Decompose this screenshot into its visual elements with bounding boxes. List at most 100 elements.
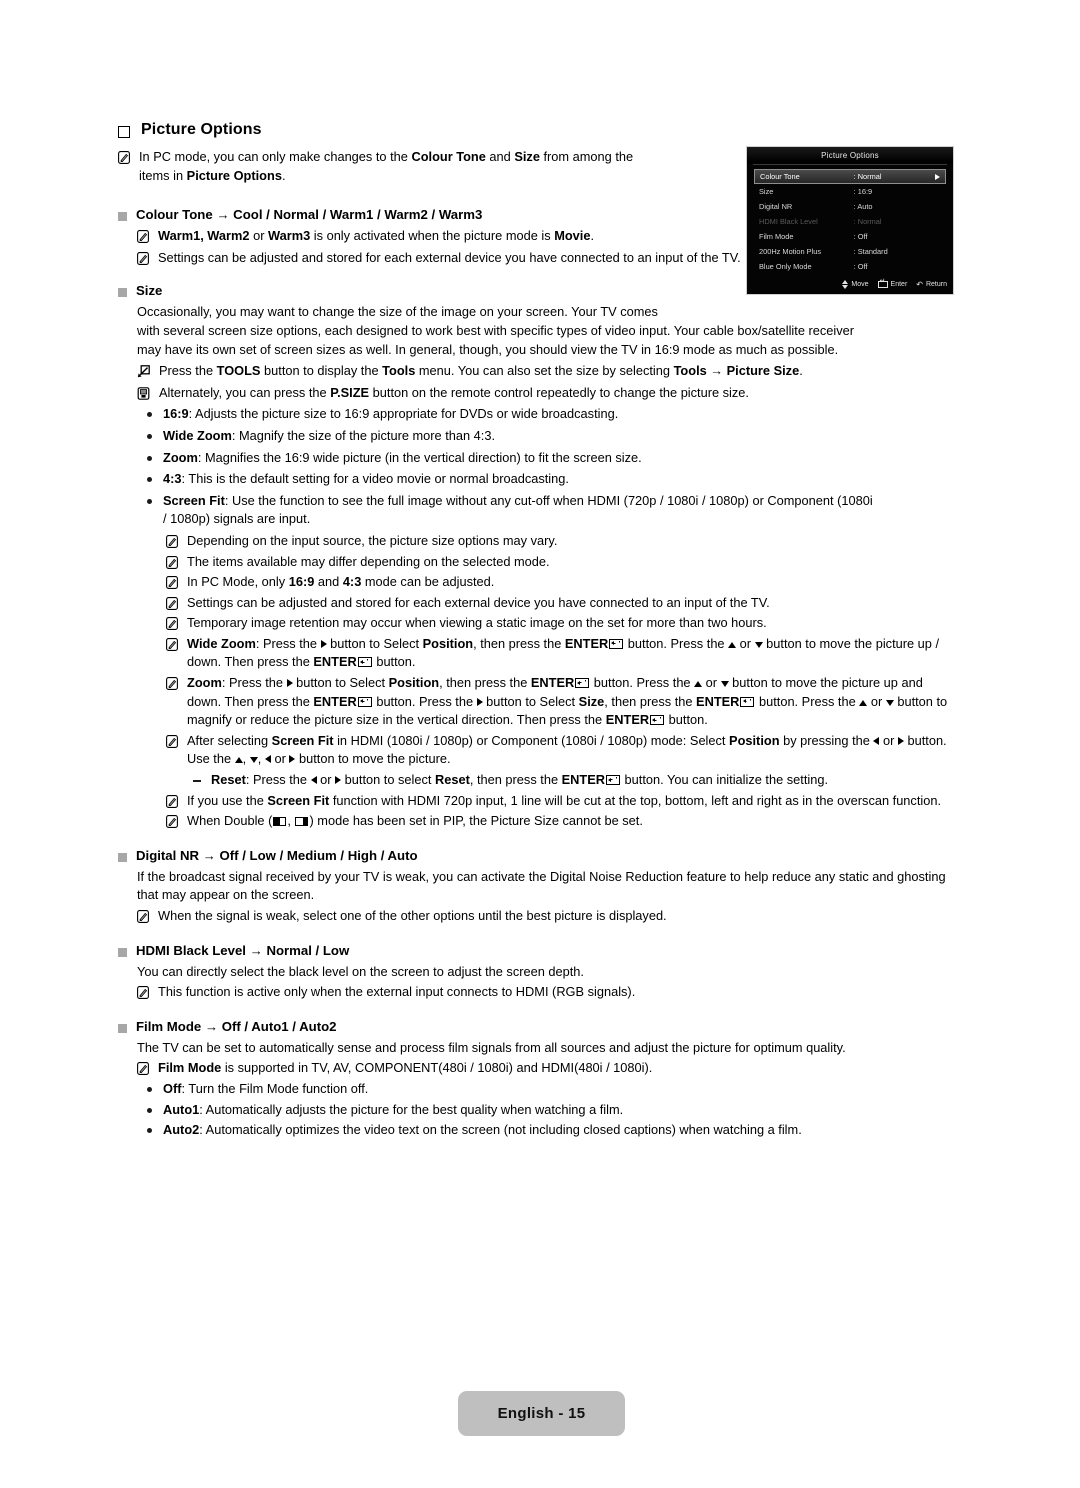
film-mode-option-text: Auto2: Automatically optimizes the video… bbox=[163, 1122, 802, 1138]
square-bullet-icon bbox=[118, 852, 127, 862]
size-option-text: Wide Zoom: Magnify the size of the pictu… bbox=[163, 427, 496, 443]
size-note-2: The items available may differ depending… bbox=[166, 553, 954, 572]
enter-key-icon bbox=[357, 696, 372, 707]
film-mode-option-auto1: Auto1: Automatically adjusts the picture… bbox=[147, 1101, 954, 1120]
film-mode-note: Film Mode is supported in TV, AV, COMPON… bbox=[137, 1059, 954, 1078]
up-arrow-icon bbox=[694, 681, 703, 688]
film-mode-option-off: Off: Turn the Film Mode function off. bbox=[147, 1080, 954, 1099]
size-option-zoom: Zoom: Magnifies the 16:9 wide picture (i… bbox=[147, 449, 954, 468]
pip-double-right-icon bbox=[295, 817, 309, 827]
digital-nr-note-text: When the signal is weak, select one of t… bbox=[158, 908, 667, 923]
digital-nr-heading: Digital NR → Off / Low / Medium / High /… bbox=[136, 847, 418, 863]
size-note-screen-fit: After selecting Screen Fit in HDMI (1080… bbox=[166, 732, 954, 769]
square-bullet-icon bbox=[118, 212, 127, 222]
size-note-3: In PC Mode, only 16:9 and 4:3 mode can b… bbox=[166, 573, 954, 592]
size-note-zoom-text: Zoom: Press the button to Select Positio… bbox=[187, 675, 948, 728]
note-pencil-icon bbox=[166, 794, 178, 808]
size-note-wide-zoom-text: Wide Zoom: Press the button to Select Po… bbox=[187, 635, 940, 670]
size-note-5: Temporary image retention may occur when… bbox=[166, 614, 954, 633]
film-mode-option-text: Auto1: Automatically adjusts the picture… bbox=[163, 1101, 624, 1117]
dash-bullet-icon bbox=[193, 780, 201, 782]
note-pencil-icon bbox=[166, 596, 178, 610]
note-pencil-icon bbox=[166, 677, 178, 691]
page-title: Picture Options bbox=[141, 121, 262, 138]
note-colour-tone-1-text: Warm1, Warm2 or Warm3 is only activated … bbox=[158, 228, 595, 244]
hdmi-black-level-note: This function is active only when the ex… bbox=[137, 983, 954, 1002]
note-pencil-icon bbox=[166, 637, 178, 651]
size-option-text: Zoom: Magnifies the 16:9 wide picture (i… bbox=[163, 449, 642, 465]
square-bullet-icon bbox=[118, 1023, 127, 1033]
note-intro: In PC mode, you can only make changes to… bbox=[118, 148, 738, 185]
tools-icon bbox=[137, 365, 150, 378]
note-colour-tone-1: Warm1, Warm2 or Warm3 is only activated … bbox=[137, 227, 757, 246]
up-arrow-icon bbox=[234, 757, 243, 764]
down-arrow-icon bbox=[720, 681, 729, 688]
size-note-overscan: If you use the Screen Fit function with … bbox=[166, 792, 954, 811]
pip-double-left-icon bbox=[273, 817, 287, 827]
digital-nr-paragraph: If the broadcast signal received by your… bbox=[137, 868, 946, 903]
manual-page: Picture Options Colour Tone : Normal Siz… bbox=[0, 0, 1080, 1488]
size-note-1: Depending on the input source, the pictu… bbox=[166, 532, 954, 551]
colour-tone-heading: Colour Tone → Cool / Normal / Warm1 / Wa… bbox=[136, 207, 483, 223]
subsection-hdmi-black-level: HDMI Black Level → Normal / Low bbox=[118, 943, 954, 958]
note-pencil-icon bbox=[137, 910, 149, 923]
round-bullet-icon bbox=[147, 477, 152, 483]
square-bullet-icon bbox=[118, 288, 127, 298]
size-note-double-pip-text: When Double (, ) mode has been set in PI… bbox=[187, 813, 643, 829]
size-paragraph: Occasionally, you may want to change the… bbox=[137, 304, 855, 357]
note-pencil-icon bbox=[137, 251, 149, 265]
size-option-text: 4:3: This is the default setting for a v… bbox=[163, 471, 569, 487]
size-note-wide-zoom: Wide Zoom: Press the button to Select Po… bbox=[166, 635, 954, 672]
square-outline-bullet-icon bbox=[118, 126, 130, 138]
size-option-screen-fit: Screen Fit: Use the function to see the … bbox=[147, 492, 954, 529]
down-arrow-icon bbox=[885, 699, 894, 706]
note-pencil-icon bbox=[118, 151, 130, 164]
size-option-text: Screen Fit: Use the function to see the … bbox=[163, 492, 873, 527]
round-bullet-icon bbox=[147, 455, 152, 461]
note-pencil-icon bbox=[137, 986, 149, 1000]
size-note-double-pip: When Double (, ) mode has been set in PI… bbox=[166, 812, 954, 831]
subsection-film-mode: Film Mode → Off / Auto1 / Auto2 bbox=[118, 1019, 954, 1034]
film-mode-option-auto2: Auto2: Automatically optimizes the video… bbox=[147, 1121, 954, 1140]
tools-hint-text: Press the TOOLS button to display the To… bbox=[159, 363, 803, 379]
hdmi-black-level-heading: HDMI Black Level → Normal / Low bbox=[136, 942, 350, 958]
round-bullet-icon bbox=[147, 1086, 152, 1092]
size-note-reset-text: Reset: Press the or button to select Res… bbox=[211, 772, 829, 788]
size-note-4-text: Settings can be adjusted and stored for … bbox=[187, 594, 770, 610]
size-note-3-text: In PC Mode, only 16:9 and 4:3 mode can b… bbox=[187, 574, 495, 590]
note-colour-tone-2: Settings can be adjusted and stored for … bbox=[137, 249, 747, 268]
round-bullet-icon bbox=[147, 433, 152, 439]
subsection-size: Size bbox=[118, 283, 954, 298]
enter-key-icon bbox=[357, 657, 372, 668]
size-option-text: 16:9: Adjusts the picture size to 16:9 a… bbox=[163, 406, 619, 422]
size-note-1-text: Depending on the input source, the pictu… bbox=[187, 532, 558, 548]
note-colour-tone-2-text: Settings can be adjusted and stored for … bbox=[158, 249, 741, 265]
note-pencil-icon bbox=[137, 230, 149, 244]
hdmi-black-level-note-text: This function is active only when the ex… bbox=[158, 984, 636, 1000]
film-mode-heading: Film Mode → Off / Auto1 / Auto2 bbox=[136, 1018, 337, 1034]
size-note-screen-fit-text: After selecting Screen Fit in HDMI (1080… bbox=[187, 732, 947, 767]
body-column: In PC mode, you can only make changes to… bbox=[118, 148, 954, 1140]
size-note-2-text: The items available may differ depending… bbox=[187, 553, 550, 569]
note-pencil-icon bbox=[166, 617, 178, 631]
enter-key-icon bbox=[650, 715, 665, 726]
tools-hint-row: Press the TOOLS button to display the To… bbox=[137, 362, 954, 381]
size-option-4-3: 4:3: This is the default setting for a v… bbox=[147, 470, 954, 489]
psize-hint-text: Alternately, you can press the P.SIZE bu… bbox=[159, 384, 749, 400]
round-bullet-icon bbox=[147, 498, 152, 504]
enter-key-icon bbox=[740, 696, 755, 707]
round-bullet-icon bbox=[147, 1107, 152, 1113]
note-intro-text: In PC mode, you can only make changes to… bbox=[139, 149, 634, 183]
film-mode-option-text: Off: Turn the Film Mode function off. bbox=[163, 1080, 369, 1096]
subsection-colour-tone: Colour Tone → Cool / Normal / Warm1 / Wa… bbox=[118, 207, 954, 222]
down-arrow-icon bbox=[754, 641, 763, 648]
enter-key-icon bbox=[606, 775, 620, 786]
size-heading: Size bbox=[136, 283, 163, 299]
digital-nr-note: When the signal is weak, select one of t… bbox=[137, 907, 954, 926]
size-note-5-text: Temporary image retention may occur when… bbox=[187, 615, 767, 631]
hdmi-black-level-paragraph: You can directly select the black level … bbox=[137, 963, 584, 979]
size-note-zoom: Zoom: Press the button to Select Positio… bbox=[166, 674, 954, 730]
film-mode-note-text: Film Mode is supported in TV, AV, COMPON… bbox=[158, 1060, 653, 1076]
round-bullet-icon bbox=[147, 1128, 152, 1134]
note-pencil-icon bbox=[166, 815, 178, 829]
